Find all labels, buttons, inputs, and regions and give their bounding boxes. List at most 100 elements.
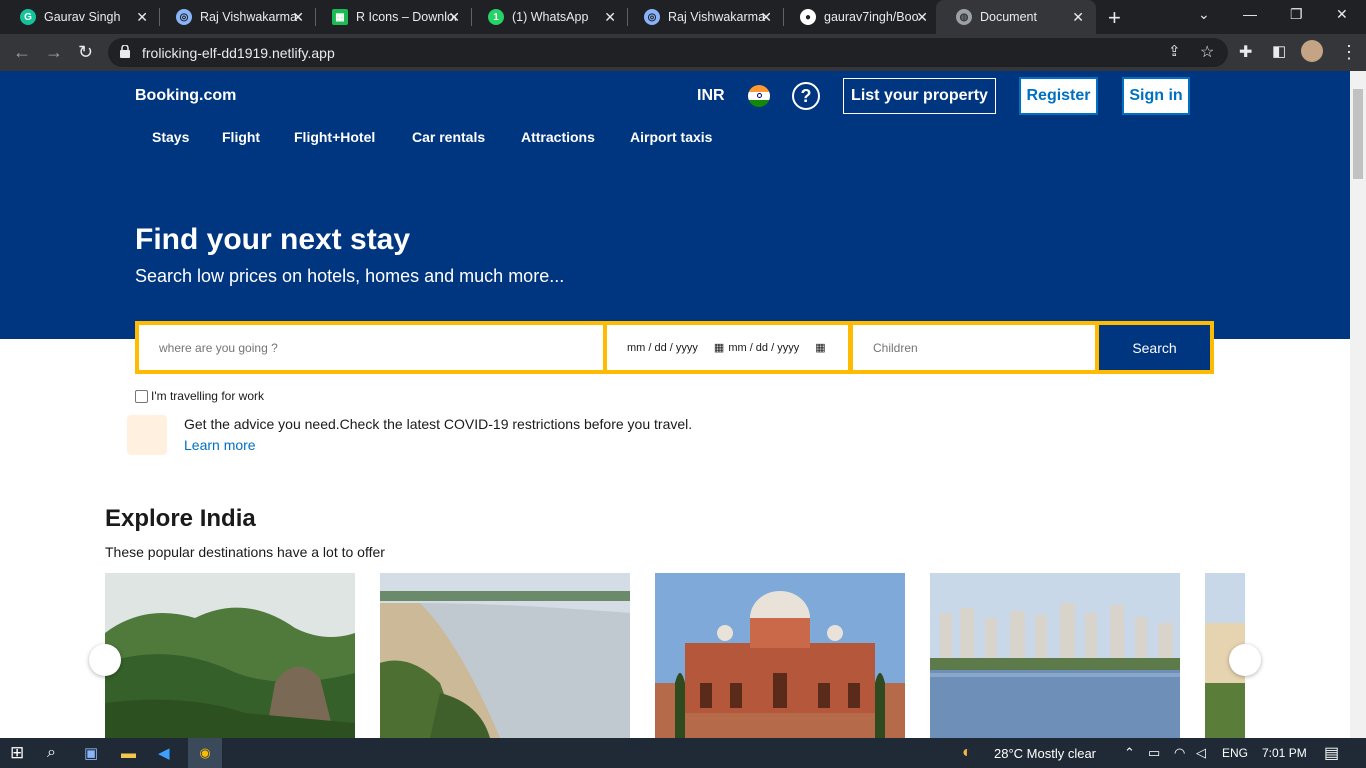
lock-icon [120, 45, 130, 58]
search-button[interactable]: Search [1099, 325, 1210, 370]
covid-advice-text: Get the advice you need.Check the latest… [184, 416, 693, 432]
browser-tab-strip: G Gaurav Singh ✕ ◎ Raj Vishwakarma ✕ ▦ R… [0, 0, 1366, 34]
tab-title: (1) WhatsApp [512, 10, 589, 24]
restore-icon[interactable]: ❐ [1290, 6, 1303, 23]
nav-stays[interactable]: Stays [152, 129, 189, 145]
work-travel-checkbox[interactable] [135, 389, 148, 403]
nav-flight[interactable]: Flight [222, 129, 260, 145]
destination-card[interactable] [105, 573, 355, 738]
search-icon[interactable]: ⌕ [47, 738, 56, 768]
vscode-icon[interactable]: ◀ [158, 738, 170, 768]
close-icon[interactable]: ✕ [448, 9, 460, 26]
clock[interactable]: 7:01 PM [1262, 738, 1307, 768]
explore-subtitle: These popular destinations have a lot to… [105, 544, 385, 560]
close-icon[interactable]: ✕ [292, 9, 304, 26]
covid-info-icon [127, 415, 167, 455]
destination-card[interactable] [655, 573, 905, 738]
help-icon[interactable]: ? [792, 82, 820, 110]
india-flag-icon[interactable] [748, 85, 770, 107]
globe-icon: ◎ [176, 9, 192, 25]
sign-in-button[interactable]: Sign in [1122, 77, 1190, 115]
page-scrollbar[interactable] [1350, 71, 1366, 738]
scroll-thumb[interactable] [1353, 89, 1363, 179]
calendar-icon[interactable]: ▦ [815, 341, 825, 354]
nav-attractions[interactable]: Attractions [521, 129, 595, 145]
city-skyline-image [930, 573, 1180, 738]
volume-icon[interactable]: ◁ [1196, 738, 1206, 768]
nav-car-rentals[interactable]: Car rentals [412, 129, 485, 145]
weather-text[interactable]: 28°C Mostly clear [994, 738, 1096, 768]
menu-icon[interactable]: ⋮ [1340, 42, 1358, 63]
close-icon[interactable]: ✕ [916, 9, 928, 26]
browser-tab[interactable]: ● gaurav7ingh/Boo ✕ [780, 0, 940, 34]
monument-image [655, 573, 905, 738]
search-bar: where are you going ? mm / dd / yyyy ▦ m… [135, 321, 1214, 374]
taskbar: ⊞ ⌕ ▣ ▬ ◀ ◉ ◐ 28°C Mostly clear ⌃ ▭ ◠ ◁ … [0, 738, 1366, 768]
register-button[interactable]: Register [1019, 77, 1098, 115]
close-icon[interactable]: ✕ [136, 9, 148, 26]
tab-title: Raj Vishwakarma [200, 10, 298, 24]
browser-tab[interactable]: 1 (1) WhatsApp ✕ [468, 0, 628, 34]
hero-title: Find your next stay [135, 223, 411, 256]
brand-logo[interactable]: Booking.com [135, 87, 236, 105]
battery-icon[interactable]: ▭ [1148, 738, 1160, 768]
nav-airport-taxis[interactable]: Airport taxis [630, 129, 712, 145]
reload-icon[interactable]: ↻ [78, 42, 93, 63]
destination-card[interactable] [380, 573, 630, 738]
chrome-icon[interactable]: ◉ [188, 738, 222, 768]
close-icon[interactable]: ✕ [760, 9, 772, 26]
close-icon[interactable]: ✕ [604, 9, 616, 26]
close-icon[interactable]: ✕ [1072, 9, 1084, 26]
star-icon[interactable]: ☆ [1200, 42, 1214, 62]
list-property-button[interactable]: List your property [843, 78, 996, 114]
carousel-prev-button[interactable] [89, 644, 121, 676]
desktop-icon[interactable]: ▣ [84, 738, 98, 768]
file-explorer-icon[interactable]: ▬ [121, 738, 136, 768]
globe-icon: ◍ [956, 9, 972, 25]
minimize-icon[interactable]: — [1243, 6, 1257, 22]
url-text: frolicking-elf-dd1919.netlify.app [142, 44, 335, 61]
tab-title: Gaurav Singh [44, 10, 121, 24]
tab-title: Raj Vishwakarma [668, 10, 766, 24]
browser-tab[interactable]: ◎ Raj Vishwakarma ✕ [624, 0, 784, 34]
currency-selector[interactable]: INR [697, 87, 725, 105]
language-indicator[interactable]: ENG [1222, 738, 1248, 768]
learn-more-link[interactable]: Learn more [184, 437, 256, 453]
windows-start-icon[interactable]: ⊞ [10, 738, 24, 768]
hero-section: Booking.com INR ? List your property Reg… [0, 71, 1350, 339]
weather-icon[interactable]: ◐ [962, 738, 972, 768]
beach-image [380, 573, 630, 738]
explore-title: Explore India [105, 505, 256, 532]
forward-icon[interactable]: → [45, 42, 63, 63]
browser-toolbar: ← → ↻ frolicking-elf-dd1919.netlify.app … [0, 34, 1366, 71]
calendar-icon[interactable]: ▦ [714, 341, 724, 354]
page-content: Booking.com INR ? List your property Reg… [0, 71, 1350, 738]
checkout-date-input[interactable]: mm / dd / yyyy [728, 342, 799, 354]
checkin-date-input[interactable]: mm / dd / yyyy [627, 342, 698, 354]
browser-tab[interactable]: ▦ R Icons – Download ✕ [312, 0, 472, 34]
close-window-icon[interactable]: ✕ [1336, 6, 1348, 23]
avatar[interactable] [1301, 40, 1323, 62]
carousel-next-button[interactable] [1229, 644, 1261, 676]
wifi-icon[interactable]: ◠ [1174, 738, 1185, 768]
extensions-icon[interactable]: ✚ [1239, 42, 1252, 62]
chevron-down-icon[interactable]: ⌄ [1198, 6, 1210, 23]
destination-placeholder: where are you going ? [159, 340, 278, 355]
share-icon[interactable]: ⇪ [1168, 42, 1181, 60]
notification-icon[interactable]: ▤ [1324, 738, 1339, 768]
browser-tab[interactable]: ◎ Raj Vishwakarma ✕ [156, 0, 316, 34]
nav-flight-hotel[interactable]: Flight+Hotel [294, 129, 375, 145]
address-bar[interactable]: frolicking-elf-dd1919.netlify.app [108, 38, 1228, 67]
globe-icon: ◎ [644, 9, 660, 25]
new-tab-icon[interactable]: + [1108, 5, 1121, 31]
browser-tab-active[interactable]: ◍ Document ✕ [936, 0, 1096, 34]
browser-tab[interactable]: G Gaurav Singh ✕ [0, 0, 160, 34]
side-panel-icon[interactable]: ◧ [1272, 42, 1286, 60]
mountain-image [105, 573, 355, 738]
destination-input[interactable]: where are you going ? [139, 325, 603, 370]
children-input[interactable]: Children [853, 325, 1095, 370]
back-icon[interactable]: ← [13, 42, 31, 63]
chevron-up-icon[interactable]: ⌃ [1124, 738, 1135, 768]
work-travel-option: I'm travelling for work [135, 389, 264, 403]
destination-card[interactable] [930, 573, 1180, 738]
